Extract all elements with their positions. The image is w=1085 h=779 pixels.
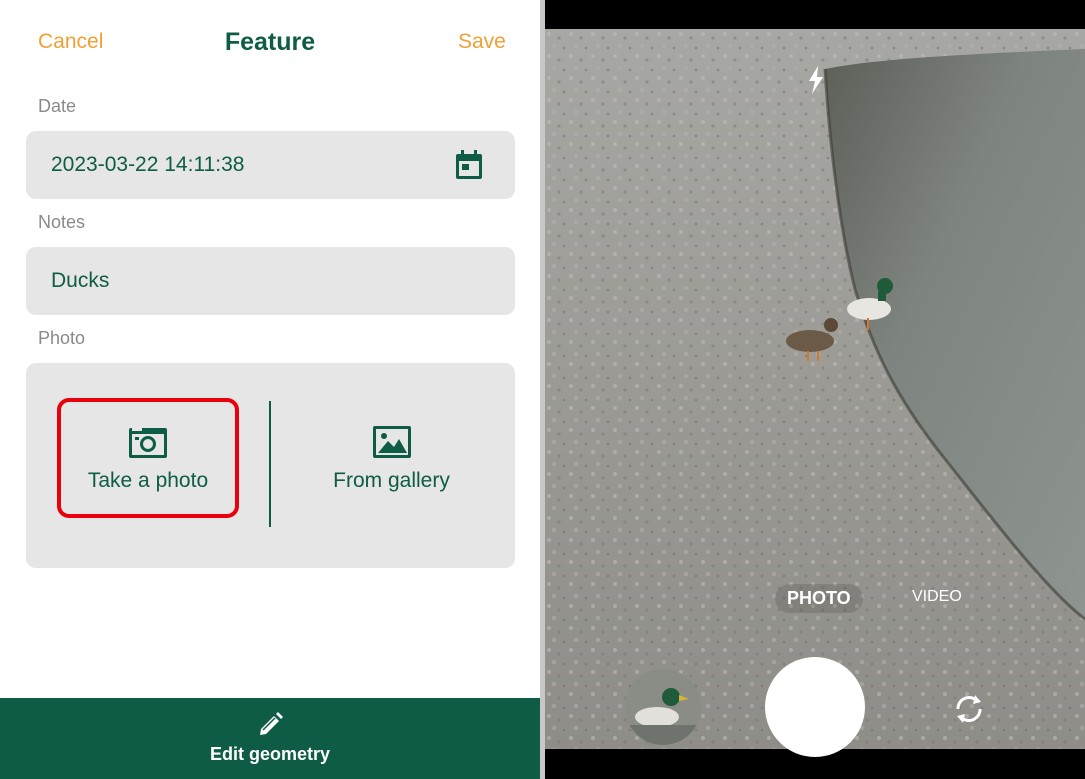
notes-field[interactable]: Ducks (26, 247, 515, 315)
switch-camera-icon[interactable] (950, 690, 988, 728)
feature-form-screen: Cancel Feature Save Date 2023-03-22 14:1… (0, 0, 540, 779)
take-photo-button[interactable]: Take a photo (57, 398, 239, 518)
camera-viewfinder (545, 29, 1085, 749)
notes-value: Ducks (51, 269, 110, 292)
photo-picker: Take a photo From gallery (26, 363, 515, 568)
flash-auto-icon[interactable] (807, 66, 825, 94)
date-value: 2023-03-22 14:11:38 (51, 153, 245, 176)
save-button[interactable]: Save (458, 30, 506, 54)
photo-options-divider (269, 401, 271, 527)
photo-label: Photo (38, 328, 86, 348)
mode-photo-tab[interactable]: PHOTO (775, 584, 863, 613)
from-gallery-label: From gallery (333, 469, 450, 492)
date-field[interactable]: 2023-03-22 14:11:38 (26, 131, 515, 199)
take-photo-label: Take a photo (87, 469, 209, 492)
shutter-button[interactable] (765, 657, 865, 757)
mode-video-tab[interactable]: VIDEO (912, 588, 962, 606)
calendar-icon[interactable] (455, 150, 483, 180)
pencil-icon (260, 712, 283, 735)
camera-icon (129, 428, 167, 458)
camera-screen: PHOTO VIDEO (545, 0, 1085, 779)
notes-label: Notes (38, 212, 86, 232)
from-gallery-button[interactable]: From gallery (294, 398, 489, 518)
image-icon (372, 426, 411, 458)
edit-geometry-button[interactable]: Edit geometry (0, 698, 540, 779)
date-label: Date (38, 96, 77, 116)
edit-geometry-label: Edit geometry (209, 744, 331, 764)
last-photo-thumbnail[interactable] (625, 669, 701, 745)
